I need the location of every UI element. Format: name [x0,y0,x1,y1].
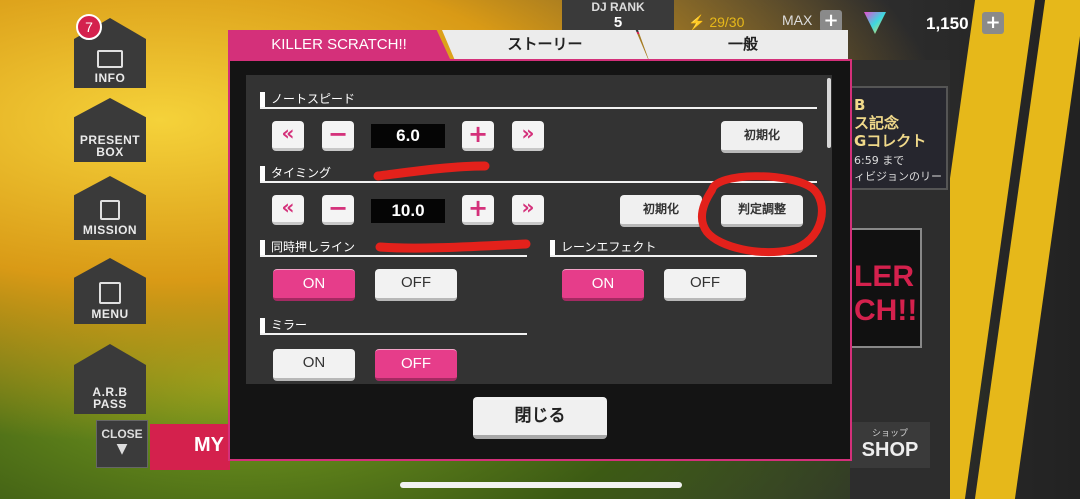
stamina-value: 29/30 [709,14,745,30]
simultaneous-line-on-button[interactable]: ON [273,269,355,301]
my-page-button[interactable]: MY [150,424,230,470]
note-speed-increase-button[interactable]: + [462,121,494,151]
note-speed-decrease-fast-button[interactable]: « [272,121,304,151]
checklist-icon [100,200,120,220]
dj-rank-panel: DJ RANK 5 [562,0,674,34]
mirror-off-button[interactable]: OFF [375,349,457,381]
close-dialog-button[interactable]: 閉じる [473,397,607,439]
timing-increase-button[interactable]: + [462,195,494,225]
stamina-counter: ⚡ 29/30 [688,14,745,30]
lane-effect-heading: レーンエフェクト [550,240,656,256]
judge-adjust-button[interactable]: 判定調整 [721,195,803,227]
side-menu-label: MENU [91,307,129,321]
side-menu-label: MISSION [82,223,138,237]
simultaneous-line-off-button[interactable]: OFF [375,269,457,301]
timing-value: 10.0 [371,199,445,223]
note-speed-increase-fast-button[interactable]: » [512,121,544,151]
event-banner[interactable]: B ス記念 Gコレクト 6:59 まで ィビジョンのリー [848,86,948,190]
event-banner-subtitle: ィビジョンのリー [854,170,942,183]
simultaneous-line-heading: 同時押しライン [260,240,355,256]
section-divider [260,255,527,257]
my-page-label: MY [194,434,224,456]
scrollbar[interactable] [827,78,831,148]
note-speed-value: 6.0 [371,124,445,148]
home-indicator[interactable] [400,482,682,488]
mode-banner-label: LER CH!! [854,260,918,327]
side-menu-label: INFO [94,71,126,85]
lane-effect-off-button[interactable]: OFF [664,269,746,301]
tab-general[interactable]: 一般 [638,30,848,59]
tab-killer-scratch[interactable]: KILLER SCRATCH!! [228,30,450,59]
section-divider [260,333,527,335]
timing-increase-fast-button[interactable]: » [512,195,544,225]
note-speed-heading: ノートスピード [260,92,355,108]
event-banner-title: B ス記念 Gコレクト [854,96,927,150]
side-close-label: CLOSE [101,427,143,441]
mirror-heading: ミラー [260,318,307,334]
note-speed-reset-button[interactable]: 初期化 [721,121,803,153]
section-divider [260,107,817,109]
lane-effect-on-button[interactable]: ON [562,269,644,301]
add-stamina-button[interactable]: + [820,10,842,32]
tab-story[interactable]: ストーリー [442,30,648,59]
shop-button[interactable]: ショップ SHOP [850,422,930,468]
shop-label: SHOP [861,439,919,461]
event-banner-time: 6:59 まで [854,154,905,167]
timing-reset-button[interactable]: 初期化 [620,195,702,227]
mode-banner[interactable]: LER CH!! [850,228,922,348]
chevron-down-icon: ▼ [116,441,128,457]
dj-rank-value: 5 [613,14,623,31]
max-label: MAX [782,12,813,28]
timing-decrease-fast-button[interactable]: « [272,195,304,225]
section-divider [260,181,817,183]
notification-badge: 7 [76,14,102,40]
dj-rank-label: DJ RANK [591,0,645,14]
side-close-button[interactable]: CLOSE ▼ [96,420,148,468]
section-divider [550,255,817,257]
mirror-on-button[interactable]: ON [273,349,355,381]
shop-sublabel: ショップ [871,429,908,439]
add-gem-button[interactable]: + [982,12,1004,34]
note-speed-decrease-button[interactable]: − [322,121,354,151]
gem-count: 1,150 [926,14,969,33]
side-menu-label: A.R.B PASS [92,385,128,411]
timing-decrease-button[interactable]: − [322,195,354,225]
side-menu-label: PRESENT BOX [79,133,141,159]
settings-tabs: KILLER SCRATCH!! ストーリー 一般 [228,30,848,60]
mail-icon [97,50,123,68]
timing-heading: タイミング [260,166,331,182]
grid-icon [99,282,121,304]
